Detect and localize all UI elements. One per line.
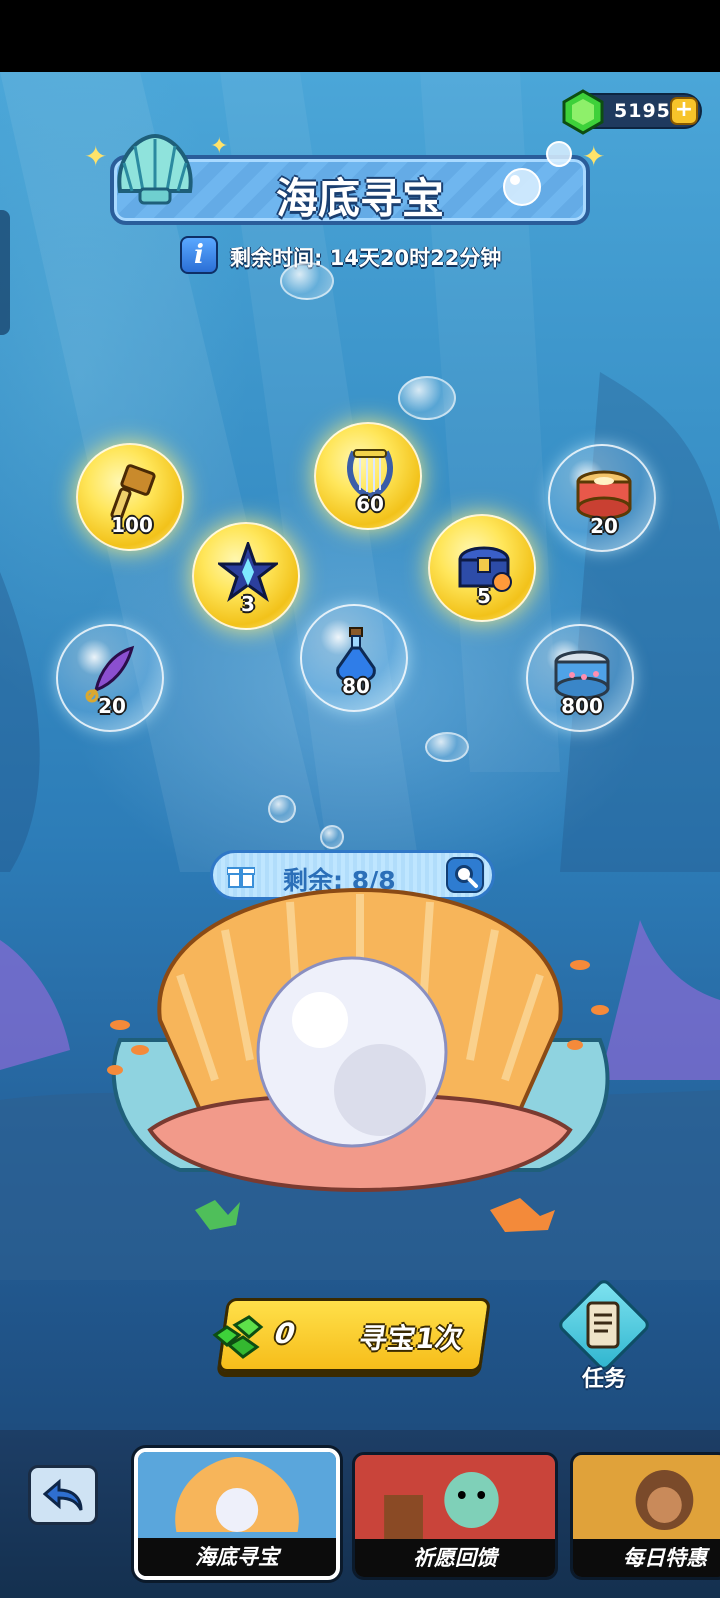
reward-count: 5 [477, 584, 491, 608]
reward-bubble-fish-can[interactable]: 800 [526, 624, 634, 732]
green-gem-icon [562, 89, 604, 135]
reward-count: 80 [342, 674, 370, 698]
timer-text: 剩余时间: 14天20时22分钟 [230, 246, 502, 270]
sparkle-icon: ✦ [84, 140, 108, 173]
sparkle-icon: ✦ [582, 140, 606, 173]
pearl-bubble-icon [546, 141, 572, 167]
tab-treasure-hunt[interactable]: 海底寻宝 [134, 1448, 340, 1580]
status-bar [0, 0, 720, 72]
green-gems-icon [212, 1315, 264, 1359]
water-bubble [280, 262, 334, 300]
water-bubble [398, 376, 456, 420]
sparkle-icon: ✦ [210, 134, 229, 159]
reward-count: 3 [241, 592, 255, 616]
gem-amount: 5195 [614, 100, 671, 122]
water-bubble [320, 825, 344, 849]
reward-count: 60 [356, 492, 384, 516]
reward-count: 20 [590, 514, 618, 538]
reward-bubble-potion[interactable]: 80 [300, 604, 408, 712]
gem-currency: 5195 + [562, 89, 702, 135]
pearl-bubble-icon [503, 168, 541, 206]
tab-thumbnail [138, 1452, 336, 1544]
tab-wish-rewards[interactable]: 祈愿回馈 [352, 1452, 558, 1580]
back-button[interactable] [28, 1465, 98, 1525]
reward-bubble-treasure-chest[interactable]: 5 [428, 514, 536, 622]
event-banner: 海底寻宝 [100, 133, 600, 235]
reward-bubble-hammer[interactable]: 100 [76, 443, 184, 551]
task-button[interactable]: 任务 [552, 1276, 656, 1395]
reward-bubble-feather-key[interactable]: 20 [56, 624, 164, 732]
tab-thumbnail [355, 1455, 555, 1547]
reward-count: 20 [98, 694, 126, 718]
tab-thumbnail [573, 1455, 720, 1547]
add-gems-button[interactable]: + [670, 97, 698, 125]
tab-label: 祈愿回馈 [355, 1539, 555, 1577]
water-bubble [268, 795, 296, 823]
task-label: 任务 [581, 1367, 626, 1392]
back-arrow-icon [43, 1478, 83, 1511]
info-icon[interactable]: i [180, 236, 218, 274]
tab-daily-deals[interactable]: 每日特惠 [570, 1452, 720, 1580]
hunt-cost: 0 [272, 1317, 298, 1350]
hunt-label: 寻宝1次 [357, 1322, 466, 1355]
reward-bubble-cat-food-can[interactable]: 20 [548, 444, 656, 552]
side-drawer-handle[interactable] [0, 210, 10, 335]
reward-bubble-star-crystal[interactable]: 3 [192, 522, 300, 630]
tab-label: 海底寻宝 [138, 1538, 336, 1576]
reward-count: 100 [111, 513, 153, 537]
tab-label: 每日特惠 [573, 1539, 720, 1577]
reward-count: 800 [561, 694, 603, 718]
reward-bubble-lyre[interactable]: 60 [314, 422, 422, 530]
giant-clam-pearl[interactable] [0, 880, 720, 1280]
scroll-icon [586, 1301, 620, 1349]
water-bubble [425, 732, 469, 762]
